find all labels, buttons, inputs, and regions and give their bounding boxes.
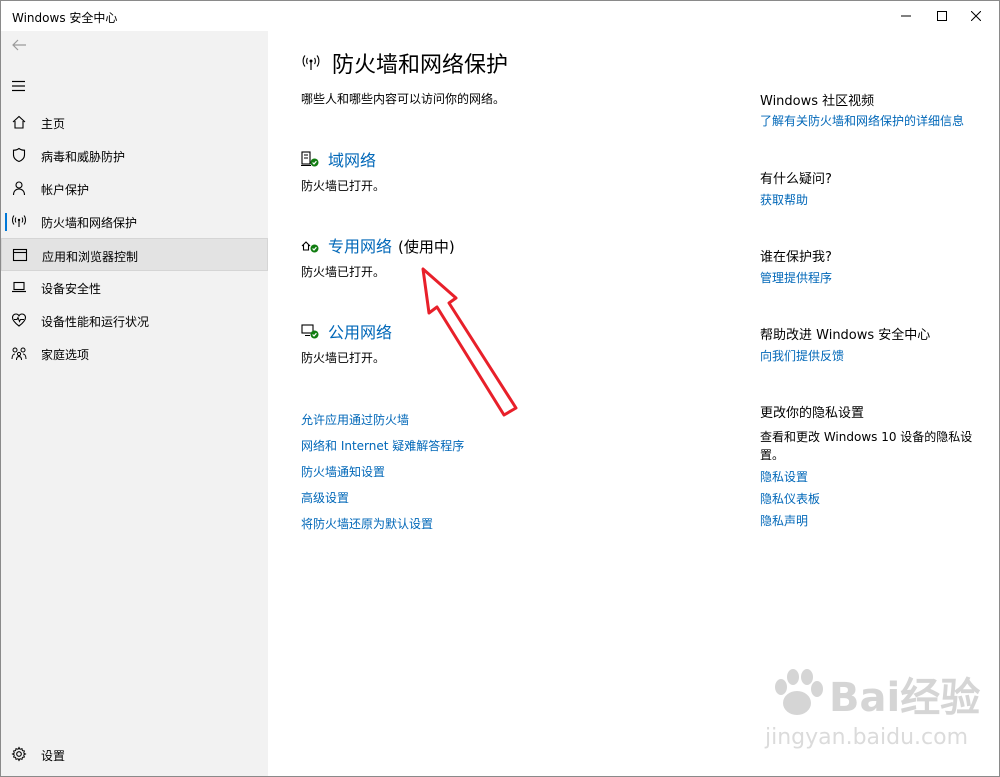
sidebar-item-label: 应用和浏览器控制 xyxy=(42,250,139,264)
sidebar-item-label: 设备安全性 xyxy=(41,282,102,296)
home-icon xyxy=(12,115,26,129)
page-subtitle: 哪些人和哪些内容可以访问你的网络。 xyxy=(301,92,506,106)
improve-heading: 帮助改进 Windows 安全中心 xyxy=(760,328,931,343)
paw-logo-icon xyxy=(775,669,823,715)
maximize-icon xyxy=(937,11,947,21)
sidebar-item-account-protection[interactable]: 帐户保护 xyxy=(1,172,268,205)
sidebar-item-label: 病毒和威胁防护 xyxy=(41,150,126,164)
sidebar-item-label: 主页 xyxy=(41,117,66,131)
heart-pulse-icon xyxy=(11,313,27,327)
allow-app-link[interactable]: 允许应用通过防火墙 xyxy=(301,411,409,428)
browser-window-icon xyxy=(12,248,28,262)
close-button[interactable] xyxy=(953,1,999,31)
window-title: Windows 安全中心 xyxy=(12,11,118,25)
sidebar-item-label: 设备性能和运行状况 xyxy=(41,315,150,329)
community-heading: Windows 社区视频 xyxy=(760,94,875,109)
family-icon xyxy=(11,347,27,361)
title-bar: Windows 安全中心 xyxy=(1,1,999,31)
sidebar-item-label: 设置 xyxy=(41,749,66,763)
public-network-icon xyxy=(301,324,319,339)
selection-indicator xyxy=(5,213,7,231)
question-heading: 有什么疑问? xyxy=(760,172,832,187)
privacy-settings-link[interactable]: 隐私设置 xyxy=(760,468,808,485)
sidebar-item-firewall[interactable]: 防火墙和网络保护 xyxy=(1,205,268,238)
manage-providers-link[interactable]: 管理提供程序 xyxy=(760,269,832,286)
network-in-use-badge: (使用中) xyxy=(398,238,455,256)
network-link-domain[interactable]: 域网络 xyxy=(328,147,376,171)
privacy-statement-link[interactable]: 隐私声明 xyxy=(760,512,808,529)
network-name: 域网络 xyxy=(328,151,377,170)
watermark-brand: Bai经验 xyxy=(829,675,981,721)
sidebar-item-virus-protection[interactable]: 病毒和威胁防护 xyxy=(1,139,268,172)
close-icon xyxy=(971,11,981,21)
privacy-description: 查看和更改 Windows 10 设备的隐私设置。 xyxy=(760,430,973,462)
privacy-heading: 更改你的隐私设置 xyxy=(760,406,865,421)
get-help-link[interactable]: 获取帮助 xyxy=(760,191,808,208)
network-status: 防火墙已打开。 xyxy=(301,351,386,365)
domain-network-icon xyxy=(301,151,319,167)
watermark: Bai经验 jingyan.baidu.com xyxy=(759,661,999,776)
app-window: Windows 安全中心 主页 病毒和威胁防护 帐户保护 防火墙和网络保护 应用… xyxy=(0,0,1000,777)
wireless-icon xyxy=(302,55,320,70)
network-status: 防火墙已打开。 xyxy=(301,179,386,193)
minimize-icon xyxy=(901,15,911,17)
gear-icon xyxy=(11,746,27,762)
hamburger-icon xyxy=(12,80,25,92)
feedback-link[interactable]: 向我们提供反馈 xyxy=(760,347,844,364)
privacy-dashboard-link[interactable]: 隐私仪表板 xyxy=(760,490,820,507)
annotation-arrow-icon xyxy=(421,267,518,417)
sidebar-item-home[interactable]: 主页 xyxy=(1,106,268,139)
person-icon xyxy=(12,181,26,196)
network-link-private[interactable]: 专用网络 (使用中) xyxy=(328,233,455,257)
sidebar-item-label: 帐户保护 xyxy=(41,183,90,197)
sidebar: 主页 病毒和威胁防护 帐户保护 防火墙和网络保护 应用和浏览器控制 设备安全性 … xyxy=(1,31,268,776)
notification-settings-link[interactable]: 防火墙通知设置 xyxy=(301,463,385,480)
sidebar-item-device-security[interactable]: 设备安全性 xyxy=(1,271,268,304)
laptop-icon xyxy=(12,281,26,293)
sidebar-item-app-browser-control[interactable]: 应用和浏览器控制 xyxy=(1,238,268,271)
private-network-icon xyxy=(301,241,319,253)
troubleshooter-link[interactable]: 网络和 Internet 疑难解答程序 xyxy=(301,437,464,454)
restore-defaults-link[interactable]: 将防火墙还原为默认设置 xyxy=(301,515,433,532)
network-name: 公用网络 xyxy=(328,323,393,342)
sidebar-item-label: 家庭选项 xyxy=(41,348,90,362)
sidebar-item-device-health[interactable]: 设备性能和运行状况 xyxy=(1,304,268,337)
sidebar-item-settings[interactable]: 设置 xyxy=(1,738,268,771)
network-name: 专用网络 xyxy=(328,237,393,256)
menu-button[interactable] xyxy=(11,77,27,92)
page-title: 防火墙和网络保护 xyxy=(332,53,509,78)
watermark-url: jingyan.baidu.com xyxy=(765,725,969,750)
wireless-icon xyxy=(12,215,26,227)
advanced-settings-link[interactable]: 高级设置 xyxy=(301,489,349,506)
sidebar-item-family-options[interactable]: 家庭选项 xyxy=(1,337,268,370)
sidebar-item-label: 防火墙和网络保护 xyxy=(41,216,138,230)
shield-icon xyxy=(12,147,26,163)
network-status: 防火墙已打开。 xyxy=(301,265,386,279)
back-button[interactable] xyxy=(11,37,29,55)
community-link[interactable]: 了解有关防火墙和网络保护的详细信息 xyxy=(760,112,964,129)
network-link-public[interactable]: 公用网络 xyxy=(328,319,392,343)
back-arrow-icon xyxy=(12,39,26,51)
protect-heading: 谁在保护我? xyxy=(760,250,832,265)
